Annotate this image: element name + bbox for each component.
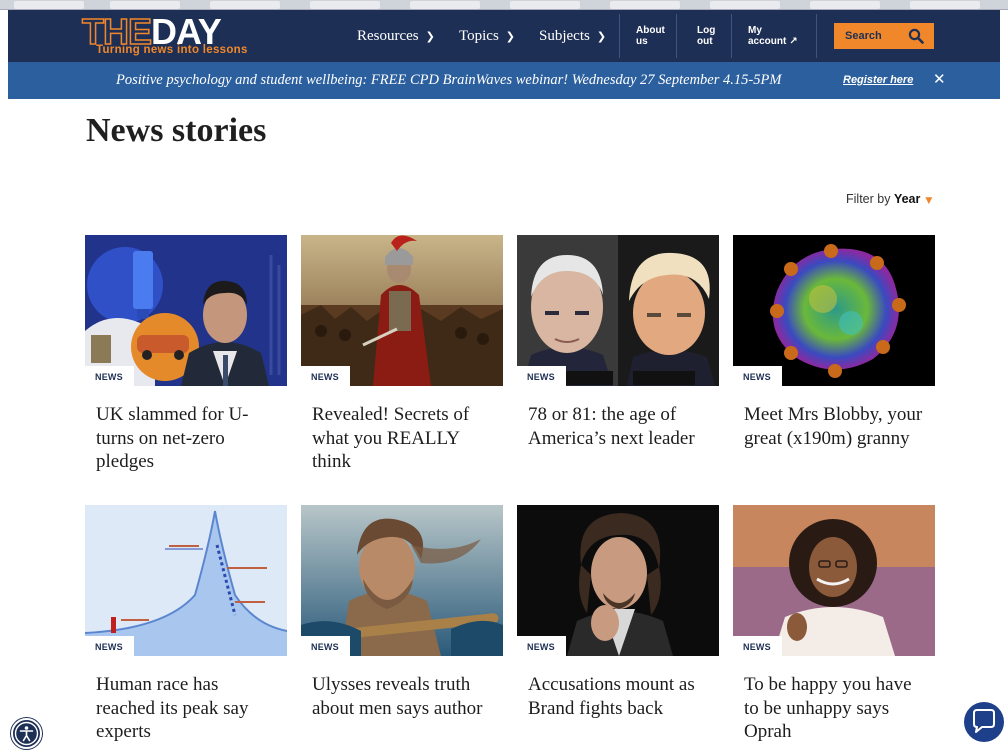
nav-log-out[interactable]: Log out bbox=[697, 10, 715, 62]
nav-topics-label: Topics bbox=[459, 27, 499, 44]
news-headline[interactable]: Human race has reached its peak say expe… bbox=[85, 673, 287, 744]
news-badge: NEWS bbox=[517, 366, 566, 386]
news-card[interactable]: NEWS To be happy you have to be unhappy … bbox=[733, 505, 935, 744]
news-card-image[interactable]: NEWS bbox=[733, 505, 935, 656]
filter-by-year-dropdown[interactable]: Filter by Year ▼ bbox=[846, 192, 932, 206]
nav-resources-label: Resources bbox=[357, 27, 419, 44]
population-peak-illustration bbox=[85, 505, 287, 656]
nav-resources[interactable]: Resources ❯ bbox=[357, 10, 435, 62]
news-badge: NEWS bbox=[85, 636, 134, 656]
ulysses-painting bbox=[301, 505, 503, 656]
news-card[interactable]: NEWS Accusations mount as Brand fights b… bbox=[517, 505, 719, 720]
news-card-image[interactable]: NEWS bbox=[85, 505, 287, 656]
filter-value: Year bbox=[893, 192, 921, 206]
nav-subjects[interactable]: Subjects ❯ bbox=[539, 10, 606, 62]
news-card-image[interactable]: NEWS bbox=[517, 505, 719, 656]
news-card[interactable]: NEWS Ulysses reveals truth about men say… bbox=[301, 505, 503, 720]
news-headline[interactable]: Ulysses reveals truth about men says aut… bbox=[301, 673, 503, 720]
filter-prefix: Filter by bbox=[846, 192, 891, 206]
logo-tagline: Turning news into lessons bbox=[96, 44, 248, 56]
news-card-image[interactable]: NEWS bbox=[517, 235, 719, 386]
news-headline[interactable]: Accusations mount as Brand fights back bbox=[517, 673, 719, 720]
nav-subjects-label: Subjects bbox=[539, 27, 590, 44]
news-headline[interactable]: UK slammed for U-turns on net-zero pledg… bbox=[85, 403, 287, 474]
microorganism-illustration bbox=[733, 235, 935, 386]
browser-tab[interactable] bbox=[610, 1, 680, 9]
news-badge: NEWS bbox=[733, 366, 782, 386]
chevron-down-icon: ❯ bbox=[505, 29, 515, 43]
chat-widget-button[interactable] bbox=[964, 702, 1004, 742]
news-headline[interactable]: Revealed! Secrets of what you REALLY thi… bbox=[301, 403, 503, 474]
news-headline[interactable]: Meet Mrs Blobby, your great (x190m) gran… bbox=[733, 403, 935, 450]
accessibility-icon bbox=[14, 721, 39, 746]
nav-logout-line1: Log bbox=[697, 25, 716, 36]
external-link-icon: ↗ bbox=[789, 36, 798, 47]
browser-tab[interactable] bbox=[110, 1, 180, 9]
browser-tab[interactable] bbox=[210, 1, 280, 9]
browser-tab-strip bbox=[0, 0, 1008, 10]
nav-topics[interactable]: Topics ❯ bbox=[459, 10, 515, 62]
news-badge: NEWS bbox=[517, 636, 566, 656]
browser-tab[interactable] bbox=[910, 1, 980, 9]
two-leaders-photo bbox=[517, 235, 719, 386]
nav-my-account[interactable]: My account ↗ bbox=[748, 10, 798, 62]
news-headline[interactable]: 78 or 81: the age of America’s next lead… bbox=[517, 403, 719, 450]
nav-divider bbox=[731, 14, 732, 58]
page-title: News stories bbox=[86, 112, 267, 149]
news-badge: NEWS bbox=[85, 366, 134, 386]
search-label: Search bbox=[845, 30, 882, 42]
news-card[interactable]: NEWS UK slammed for U-turns on net-zero … bbox=[85, 235, 287, 474]
roman-soldier-illustration bbox=[301, 235, 503, 386]
news-card[interactable]: NEWS Human race has reached its peak say… bbox=[85, 505, 287, 744]
close-icon[interactable]: ✕ bbox=[933, 70, 946, 88]
nav-about-us[interactable]: About us bbox=[636, 10, 665, 62]
browser-tab[interactable] bbox=[310, 1, 380, 9]
brand-portrait-photo bbox=[517, 505, 719, 656]
browser-tab[interactable] bbox=[510, 1, 580, 9]
nav-account-line2: account bbox=[748, 36, 787, 47]
chat-bubble-icon bbox=[973, 709, 995, 733]
news-badge: NEWS bbox=[733, 636, 782, 656]
nav-divider bbox=[619, 14, 620, 58]
browser-tab[interactable] bbox=[410, 1, 480, 9]
browser-tab[interactable] bbox=[710, 1, 780, 9]
nav-account-line1: My bbox=[748, 25, 762, 36]
news-badge: NEWS bbox=[301, 636, 350, 656]
news-card-image[interactable]: NEWS bbox=[301, 505, 503, 656]
browser-tab[interactable] bbox=[14, 1, 84, 9]
news-card-image[interactable]: NEWS bbox=[301, 235, 503, 386]
nav-divider bbox=[676, 14, 677, 58]
news-card[interactable]: NEWS Meet Mrs Blobby, your great (x190m)… bbox=[733, 235, 935, 450]
nav-about-line2: us bbox=[636, 36, 648, 47]
site-header: THEDAY Turning news into lessons Resourc… bbox=[8, 10, 1000, 62]
nav-logout-line2: out bbox=[697, 36, 713, 47]
oprah-photo bbox=[733, 505, 935, 656]
news-headline[interactable]: To be happy you have to be unhappy says … bbox=[733, 673, 935, 744]
accessibility-button[interactable] bbox=[11, 718, 42, 749]
news-badge: NEWS bbox=[301, 366, 350, 386]
register-link[interactable]: Register here bbox=[843, 74, 913, 86]
banner-message: Positive psychology and student wellbein… bbox=[116, 72, 782, 88]
net-zero-illustration bbox=[85, 235, 287, 386]
nav-divider bbox=[816, 14, 817, 58]
news-card-image[interactable]: NEWS bbox=[733, 235, 935, 386]
nav-about-line1: About bbox=[636, 25, 665, 36]
search-icon bbox=[908, 28, 924, 44]
browser-tab[interactable] bbox=[810, 1, 880, 9]
news-card[interactable]: NEWS Revealed! Secrets of what you REALL… bbox=[301, 235, 503, 474]
chevron-down-icon: ❯ bbox=[425, 29, 435, 43]
site-logo[interactable]: THEDAY Turning news into lessons bbox=[81, 11, 344, 56]
chevron-down-icon: ❯ bbox=[596, 29, 607, 43]
search-button[interactable]: Search bbox=[834, 23, 934, 49]
announcement-banner: Positive psychology and student wellbein… bbox=[8, 62, 1000, 99]
page-frame: THEDAY Turning news into lessons Resourc… bbox=[8, 10, 1000, 756]
chevron-down-icon: ▼ bbox=[925, 196, 933, 206]
news-card[interactable]: NEWS 78 or 81: the age of America’s next… bbox=[517, 235, 719, 450]
news-card-image[interactable]: NEWS bbox=[85, 235, 287, 386]
